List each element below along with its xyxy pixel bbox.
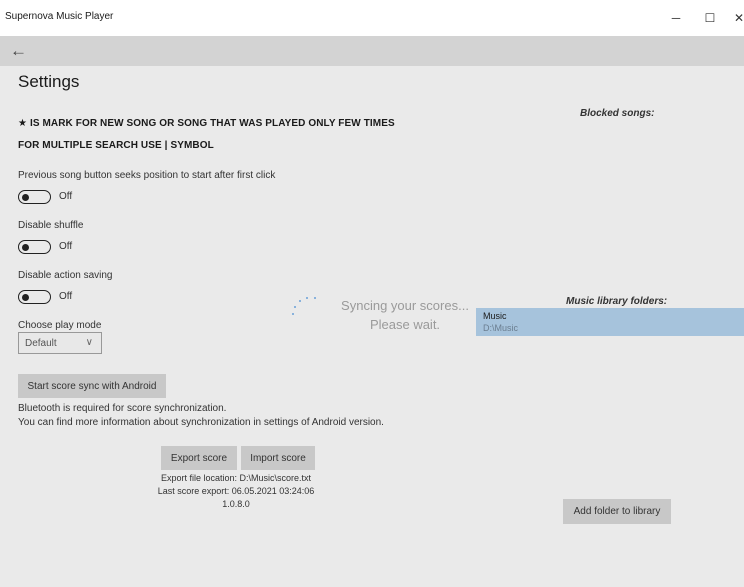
minimize-button[interactable]: ─ (659, 0, 693, 36)
prev-seek-label: Previous song button seeks position to s… (18, 170, 276, 181)
chevron-down-icon: ∨ (85, 337, 93, 348)
play-mode-value: Default (25, 338, 57, 349)
disable-shuffle-toggle[interactable] (18, 240, 51, 254)
disable-shuffle-state: Off (59, 241, 73, 252)
disable-shuffle-label: Disable shuffle (18, 220, 84, 231)
disable-action-saving-label: Disable action saving (18, 270, 113, 281)
close-button[interactable]: ✕ (722, 0, 744, 36)
title-bar: Supernova Music Player ─ ☐ ✕ (0, 0, 744, 36)
blocked-songs-heading: Blocked songs: (580, 108, 655, 119)
toggle-knob (22, 293, 29, 301)
sync-status-text: Syncing your scores... (341, 298, 469, 313)
toggle-knob (22, 193, 29, 201)
disable-action-saving-toggle[interactable] (18, 290, 51, 304)
folder-path: D:\Music (483, 323, 519, 333)
toggle-knob (22, 243, 29, 251)
disable-action-saving-state: Off (59, 291, 73, 302)
window-title: Supernova Music Player (5, 11, 114, 22)
sync-more-info: You can find more information about sync… (18, 417, 384, 428)
start-sync-button[interactable]: Start score sync with Android (18, 374, 166, 398)
app-version: 1.0.8.0 (222, 499, 250, 509)
back-arrow-icon[interactable]: ← (10, 41, 27, 61)
library-folders-heading: Music library folders: (566, 296, 668, 307)
prev-seek-state: Off (59, 191, 73, 202)
last-export: Last score export: 06.05.2021 03:24:06 (157, 486, 315, 496)
folder-name: Music (483, 311, 507, 321)
sync-wait-text: Please wait. (369, 317, 441, 332)
add-folder-button[interactable]: Add folder to library (563, 499, 671, 524)
export-score-button[interactable]: Export score (161, 446, 237, 470)
prev-seek-toggle[interactable] (18, 190, 51, 204)
play-mode-label: Choose play mode (18, 320, 102, 331)
settings-page: Settings ★ IS MARK FOR NEW SONG OR SONG … (0, 66, 744, 587)
page-title: Settings (18, 72, 80, 91)
export-location: Export file location: D:\Music\score.txt (160, 473, 312, 483)
bluetooth-info: Bluetooth is required for score synchron… (18, 403, 227, 414)
nav-bar: ← (0, 36, 744, 66)
play-mode-select[interactable]: Default ∨ (18, 332, 102, 354)
library-folder-item[interactable]: Music D:\Music (476, 308, 744, 336)
new-song-notice: ★ IS MARK FOR NEW SONG OR SONG THAT WAS … (18, 118, 395, 129)
import-score-button[interactable]: Import score (241, 446, 315, 470)
search-notice: FOR MULTIPLE SEARCH USE | SYMBOL (18, 140, 214, 151)
